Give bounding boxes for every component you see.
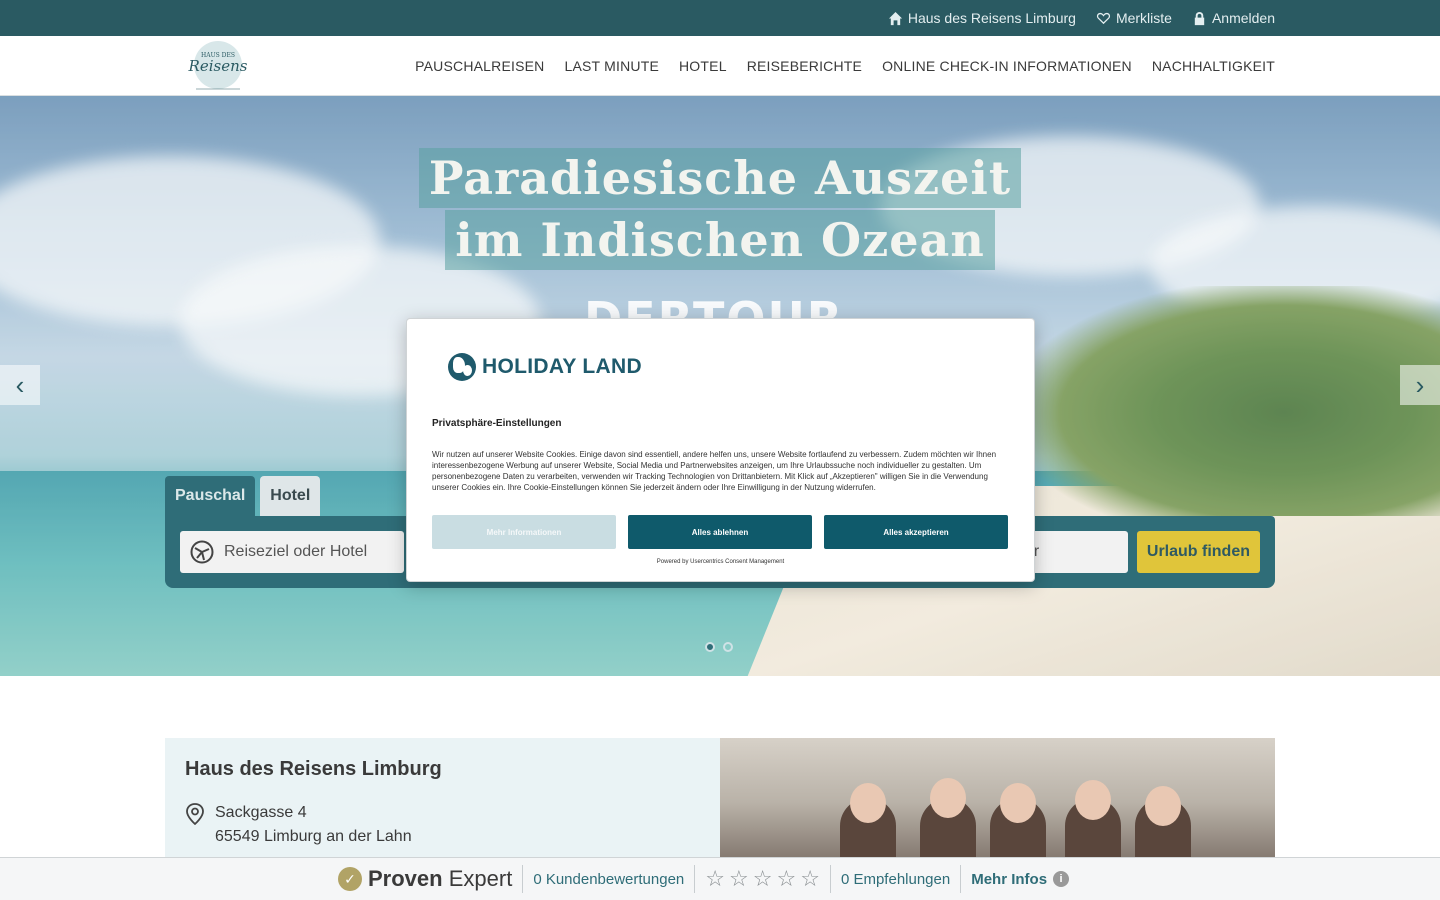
search-submit-button[interactable]: Urlaub finden bbox=[1136, 531, 1260, 573]
store-street: Sackgasse 4 bbox=[215, 804, 307, 821]
carousel-dot-2[interactable] bbox=[723, 642, 733, 652]
star-icon: ☆ bbox=[729, 866, 749, 891]
login-link-label: Anmelden bbox=[1211, 10, 1275, 26]
more-info-label: Mehr Infos bbox=[971, 870, 1048, 888]
provenexpert-name-bold: Proven bbox=[368, 866, 443, 891]
tab-hotel[interactable]: Hotel bbox=[260, 476, 321, 516]
tab-pauschal[interactable]: Pauschal bbox=[165, 476, 256, 516]
menu-item-pauschalreisen[interactable]: PAUSCHALREISEN bbox=[415, 58, 544, 74]
holiday-land-logo: HOLIDAY LAND bbox=[448, 353, 642, 381]
top-links: Haus des Reisens Limburg Merkliste Anmel… bbox=[888, 0, 1275, 36]
carousel-prev-button[interactable]: ‹ bbox=[0, 365, 40, 405]
reviews-count[interactable]: 0 Kundenbewertungen bbox=[523, 865, 696, 893]
team-photo bbox=[720, 738, 1275, 868]
more-info-link[interactable]: Mehr Infos i bbox=[961, 865, 1079, 893]
location-pin-icon bbox=[186, 803, 204, 825]
consent-buttons: Mehr Informationen Alles ablehnen Alles … bbox=[432, 515, 1008, 549]
info-icon: i bbox=[1053, 871, 1070, 887]
more-info-button[interactable]: Mehr Informationen bbox=[432, 515, 616, 549]
wishlist-link-label: Merkliste bbox=[1115, 10, 1172, 26]
provenexpert-bar[interactable]: ✓ Proven Expert 0 Kundenbewertungen ☆ ☆ … bbox=[0, 857, 1440, 900]
globe-icon bbox=[448, 353, 476, 381]
store-link-label: Haus des Reisens Limburg bbox=[907, 10, 1076, 26]
store-city: 65549 Limburg an der Lahn bbox=[215, 828, 412, 845]
recommendations-count[interactable]: 0 Empfehlungen bbox=[831, 865, 962, 893]
team-member-face bbox=[1075, 780, 1111, 820]
provenexpert-name-regular: Expert bbox=[448, 866, 513, 891]
star-icon: ☆ bbox=[776, 866, 797, 891]
destination-input[interactable]: Reiseziel oder Hotel bbox=[180, 531, 404, 573]
provenexpert-content: ✓ Proven Expert 0 Kundenbewertungen ☆ ☆ … bbox=[338, 858, 1079, 900]
consent-title: Privatsphäre-Einstellungen bbox=[432, 418, 562, 429]
reject-all-button[interactable]: Alles ablehnen bbox=[628, 515, 812, 549]
store-info-card: Haus des Reisens Limburg Sackgasse 4 655… bbox=[165, 738, 720, 868]
hero-headline: Paradiesische Auszeit im Indischen Ozean bbox=[0, 148, 1440, 272]
login-link[interactable]: Anmelden bbox=[1192, 10, 1275, 26]
team-member-face bbox=[850, 783, 886, 823]
consent-body: Wir nutzen auf unserer Website Cookies. … bbox=[432, 450, 997, 492]
svg-text:Reisens: Reisens bbox=[188, 57, 248, 75]
consent-powered-by[interactable]: Powered by Usercentrics Consent Manageme… bbox=[407, 559, 1034, 565]
menu: PAUSCHALREISEN LAST MINUTE HOTEL REISEBE… bbox=[415, 36, 1275, 96]
carousel-dots bbox=[705, 642, 733, 652]
hero-headline-line-1: Paradiesische Auszeit bbox=[418, 148, 1022, 208]
main-navigation: HAUS DES Reisens PAUSCHALREISEN LAST MIN… bbox=[0, 36, 1440, 96]
menu-item-hotel[interactable]: HOTEL bbox=[679, 58, 727, 74]
carousel-dot-1[interactable] bbox=[705, 642, 715, 652]
search-tabs: Pauschal Hotel bbox=[165, 476, 321, 516]
team-member-face bbox=[1145, 786, 1181, 826]
provenexpert-logo[interactable]: ✓ Proven Expert bbox=[338, 865, 524, 893]
carousel-next-button[interactable]: › bbox=[1400, 365, 1440, 405]
rating-stars: ☆ ☆ ☆ ☆ ☆ bbox=[695, 865, 831, 893]
compass-icon bbox=[190, 540, 214, 564]
menu-item-reiseberichte[interactable]: REISEBERICHTE bbox=[747, 58, 862, 74]
lock-icon bbox=[1194, 11, 1205, 25]
holiday-land-logo-text: HOLIDAY LAND bbox=[482, 355, 642, 378]
destination-placeholder: Reiseziel oder Hotel bbox=[224, 543, 368, 560]
star-icon: ☆ bbox=[800, 866, 820, 891]
site-logo[interactable]: HAUS DES Reisens bbox=[178, 39, 258, 93]
store-title: Haus des Reisens Limburg bbox=[185, 758, 442, 780]
star-icon: ☆ bbox=[752, 866, 773, 891]
home-icon bbox=[888, 11, 902, 25]
team-member-face bbox=[930, 778, 966, 818]
checkmark-badge-icon: ✓ bbox=[338, 867, 362, 891]
menu-item-last-minute[interactable]: LAST MINUTE bbox=[564, 58, 659, 74]
hero-headline-line-2: im Indischen Ozean bbox=[445, 210, 995, 270]
top-bar: Haus des Reisens Limburg Merkliste Anmel… bbox=[0, 0, 1440, 36]
store-address: Sackgasse 4 65549 Limburg an der Lahn bbox=[185, 801, 700, 849]
menu-item-online-check-in[interactable]: ONLINE CHECK-IN INFORMATIONEN bbox=[882, 58, 1132, 74]
menu-item-nachhaltigkeit[interactable]: NACHHALTIGKEIT bbox=[1152, 58, 1275, 74]
provenexpert-name: Proven Expert bbox=[368, 866, 512, 892]
team-member-face bbox=[1000, 783, 1036, 823]
wishlist-link[interactable]: Merkliste bbox=[1096, 10, 1172, 26]
star-icon: ☆ bbox=[705, 866, 726, 891]
cookie-consent-dialog: HOLIDAY LAND Privatsphäre-Einstellungen … bbox=[406, 318, 1035, 582]
heart-icon bbox=[1096, 12, 1111, 24]
store-link[interactable]: Haus des Reisens Limburg bbox=[888, 10, 1076, 26]
accept-all-button[interactable]: Alles akzeptieren bbox=[824, 515, 1008, 549]
